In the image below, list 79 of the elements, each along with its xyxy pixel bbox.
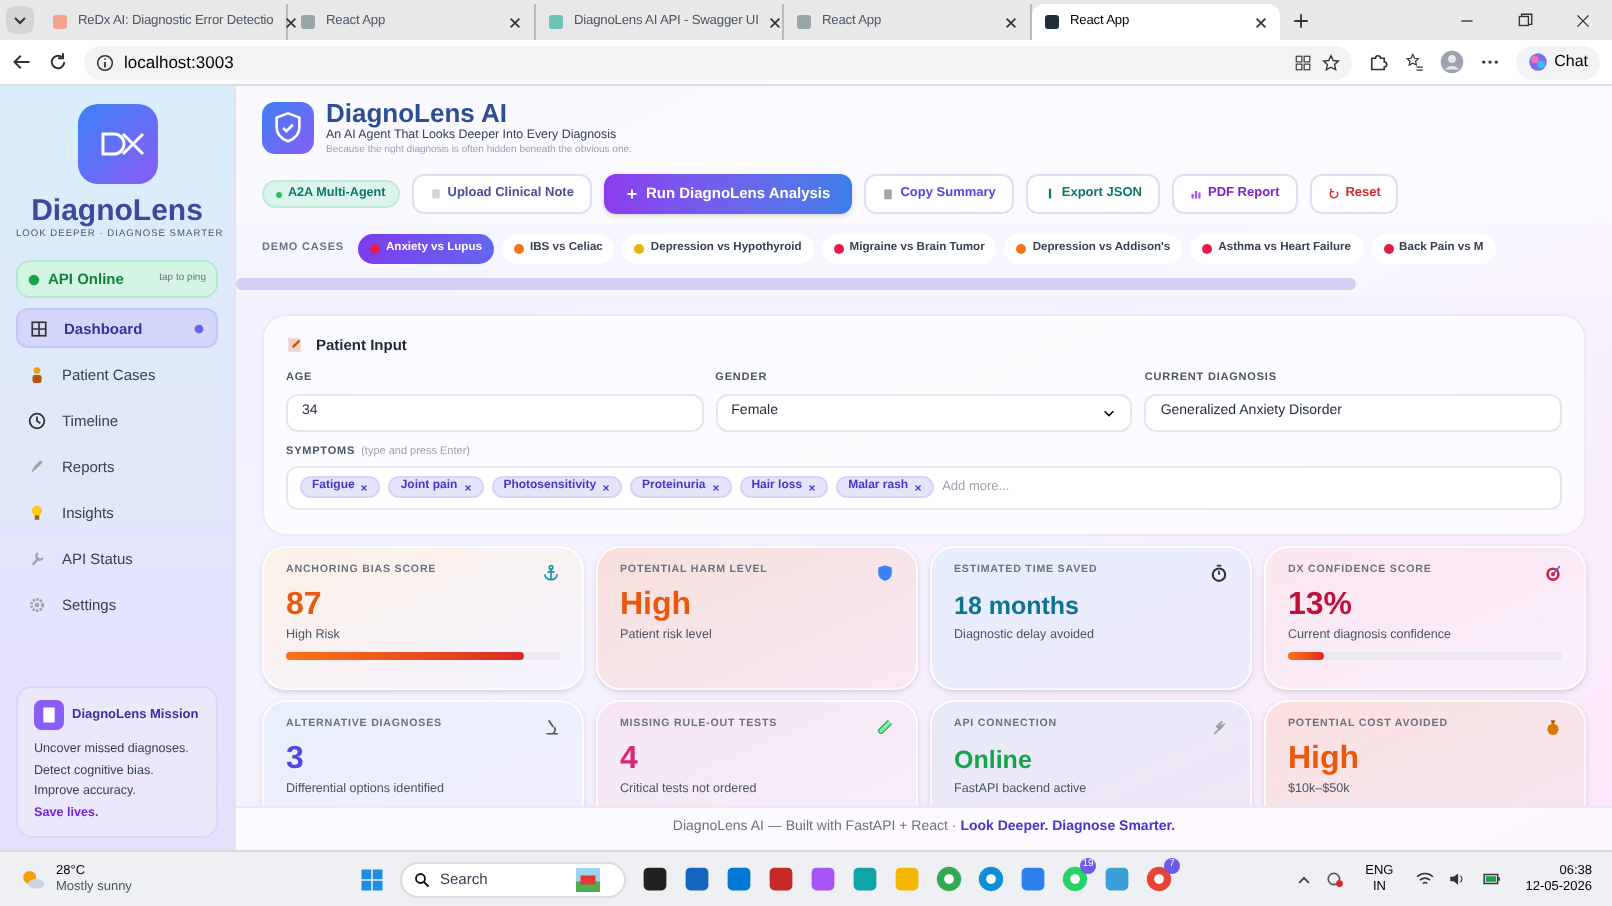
close-icon[interactable] bbox=[283, 15, 298, 29]
scrollbar-thumb[interactable] bbox=[236, 278, 1356, 290]
metric-value: 3 bbox=[286, 742, 306, 778]
speaker-icon[interactable] bbox=[1447, 870, 1466, 888]
chevron-down-icon bbox=[12, 12, 28, 28]
app-title: DiagnoLens AI bbox=[326, 98, 510, 128]
chart-icon bbox=[1189, 188, 1202, 200]
metric-value: 18 months bbox=[954, 590, 1082, 624]
close-icon[interactable] bbox=[1574, 12, 1592, 30]
shield-icon bbox=[262, 102, 314, 154]
chevron-up-icon[interactable] bbox=[1295, 871, 1312, 887]
tab-list-button[interactable] bbox=[6, 6, 34, 34]
restore-icon[interactable] bbox=[1516, 12, 1534, 30]
test-tube-icon bbox=[876, 718, 894, 736]
new-tab-icon[interactable] bbox=[1292, 12, 1310, 30]
metric-value: 4 bbox=[620, 742, 640, 778]
edge-icon[interactable] bbox=[978, 866, 1004, 892]
dot-icon bbox=[276, 191, 282, 197]
wifi-icon[interactable] bbox=[1415, 870, 1434, 888]
remove-icon[interactable] bbox=[914, 483, 923, 492]
metric-value: 13% bbox=[1288, 588, 1355, 624]
stopwatch-icon bbox=[1210, 564, 1228, 582]
windows-icon[interactable] bbox=[360, 867, 384, 891]
sparkle-icon bbox=[625, 188, 638, 200]
back-icon[interactable] bbox=[12, 52, 32, 72]
star-icon[interactable] bbox=[1322, 53, 1341, 71]
remove-icon[interactable] bbox=[711, 483, 720, 492]
metric-value: High bbox=[1288, 742, 1362, 778]
active-dot-icon bbox=[194, 323, 204, 334]
browser-icon[interactable] bbox=[1146, 866, 1172, 892]
reload-icon[interactable] bbox=[48, 52, 68, 72]
money-bag-icon bbox=[1544, 718, 1562, 736]
close-icon[interactable] bbox=[768, 15, 783, 29]
metric-value: High bbox=[620, 588, 694, 624]
gear-icon bbox=[28, 595, 46, 614]
browser-icon[interactable] bbox=[936, 866, 962, 892]
metric-value: Online bbox=[954, 744, 1034, 778]
chat-app-icon[interactable] bbox=[1062, 866, 1088, 892]
url-text: localhost:3003 bbox=[124, 49, 236, 75]
metric-value: 87 bbox=[286, 588, 324, 624]
close-icon[interactable] bbox=[1254, 15, 1268, 29]
remove-icon[interactable] bbox=[463, 483, 472, 492]
search-icon bbox=[414, 871, 430, 887]
battery-icon[interactable] bbox=[1479, 870, 1504, 888]
brand-name: DiagnoLens bbox=[29, 194, 205, 228]
book-icon bbox=[34, 700, 64, 730]
close-icon[interactable] bbox=[508, 15, 522, 29]
plug-icon bbox=[1210, 718, 1228, 736]
favicon-icon bbox=[796, 14, 812, 30]
address-bar[interactable]: localhost:3003 bbox=[84, 45, 1353, 79]
favicon-icon bbox=[52, 14, 68, 30]
target-icon bbox=[1544, 564, 1562, 582]
pencil-icon bbox=[28, 457, 46, 476]
security-icon[interactable] bbox=[1325, 870, 1344, 888]
remove-icon[interactable] bbox=[360, 483, 369, 492]
chat-button[interactable]: Chat bbox=[1516, 45, 1600, 79]
info-icon bbox=[96, 53, 114, 71]
anchor-icon bbox=[542, 564, 560, 582]
remove-icon[interactable] bbox=[808, 483, 817, 492]
logo-icon bbox=[77, 104, 157, 184]
close-icon[interactable] bbox=[1004, 15, 1018, 29]
wrench-icon bbox=[28, 549, 46, 568]
grid-icon[interactable] bbox=[1294, 53, 1313, 71]
shield-icon bbox=[876, 564, 894, 582]
favicon-icon bbox=[548, 14, 564, 30]
person-icon bbox=[28, 365, 46, 384]
clock-icon bbox=[28, 411, 46, 430]
remove-icon[interactable] bbox=[602, 483, 611, 492]
chat-logo-icon bbox=[1528, 52, 1549, 72]
reset-icon bbox=[1327, 188, 1340, 200]
status-dot-icon bbox=[28, 273, 40, 286]
favicon-icon bbox=[1044, 14, 1060, 30]
lightbulb-icon bbox=[28, 503, 46, 522]
puzzle-icon[interactable] bbox=[1368, 52, 1389, 72]
microscope-icon bbox=[542, 718, 560, 736]
favorites-icon[interactable] bbox=[1404, 52, 1425, 72]
dashboard-icon bbox=[30, 319, 48, 338]
chevron-down-icon bbox=[1102, 405, 1117, 419]
favicon-icon bbox=[300, 14, 316, 30]
